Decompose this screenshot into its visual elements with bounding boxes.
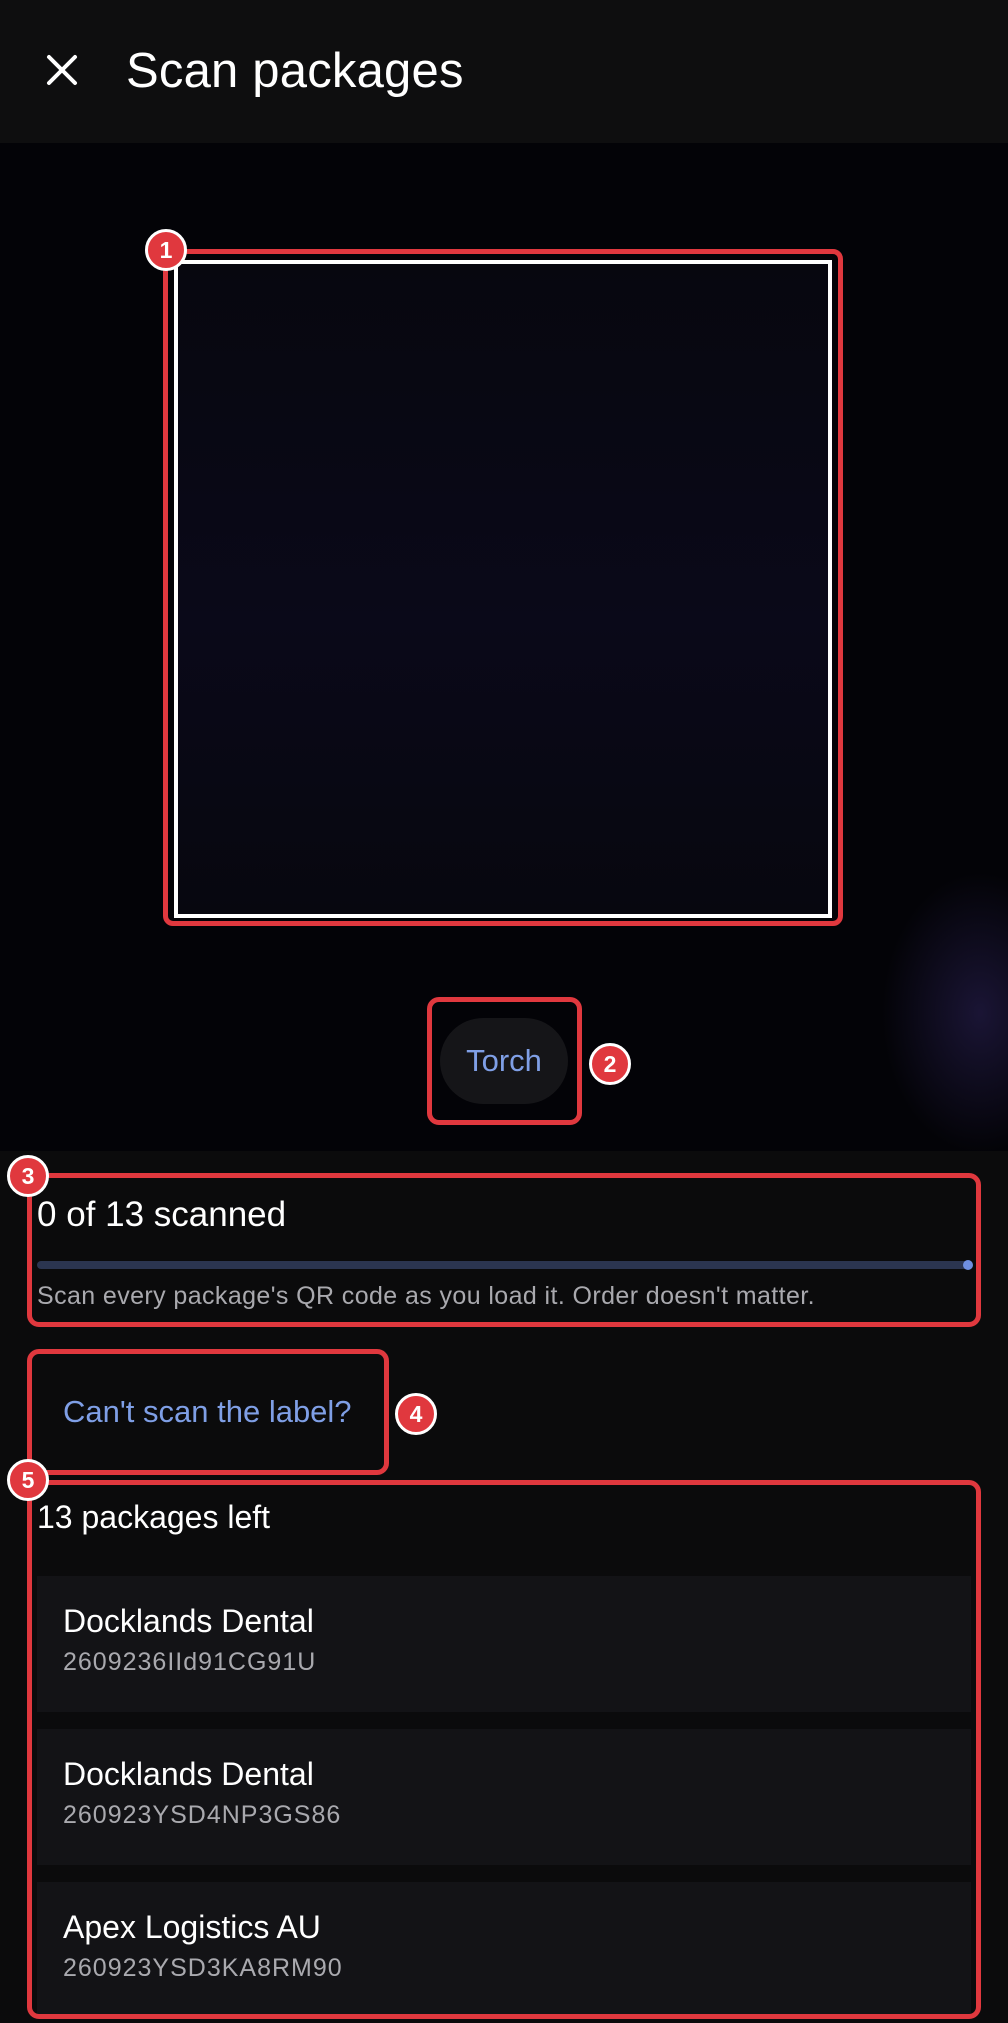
annotation-box-2 [427, 997, 582, 1125]
annotation-box-3 [27, 1173, 981, 1327]
close-icon[interactable] [42, 50, 82, 90]
annotation-badge-4: 4 [395, 1393, 437, 1435]
annotation-badge-1: 1 [145, 229, 187, 271]
annotation-box-4 [27, 1349, 389, 1475]
annotation-badge-3: 3 [7, 1155, 49, 1197]
annotation-badge-5: 5 [7, 1459, 49, 1501]
annotation-box-1 [163, 249, 843, 926]
annotation-box-5 [27, 1480, 981, 2019]
top-app-bar: Scan packages [0, 0, 1008, 143]
scan-packages-screen: Scan packages 1 Torch 2 0 of 13 scanned … [0, 0, 1008, 2023]
annotation-badge-2: 2 [589, 1043, 631, 1085]
page-title: Scan packages [126, 44, 464, 98]
